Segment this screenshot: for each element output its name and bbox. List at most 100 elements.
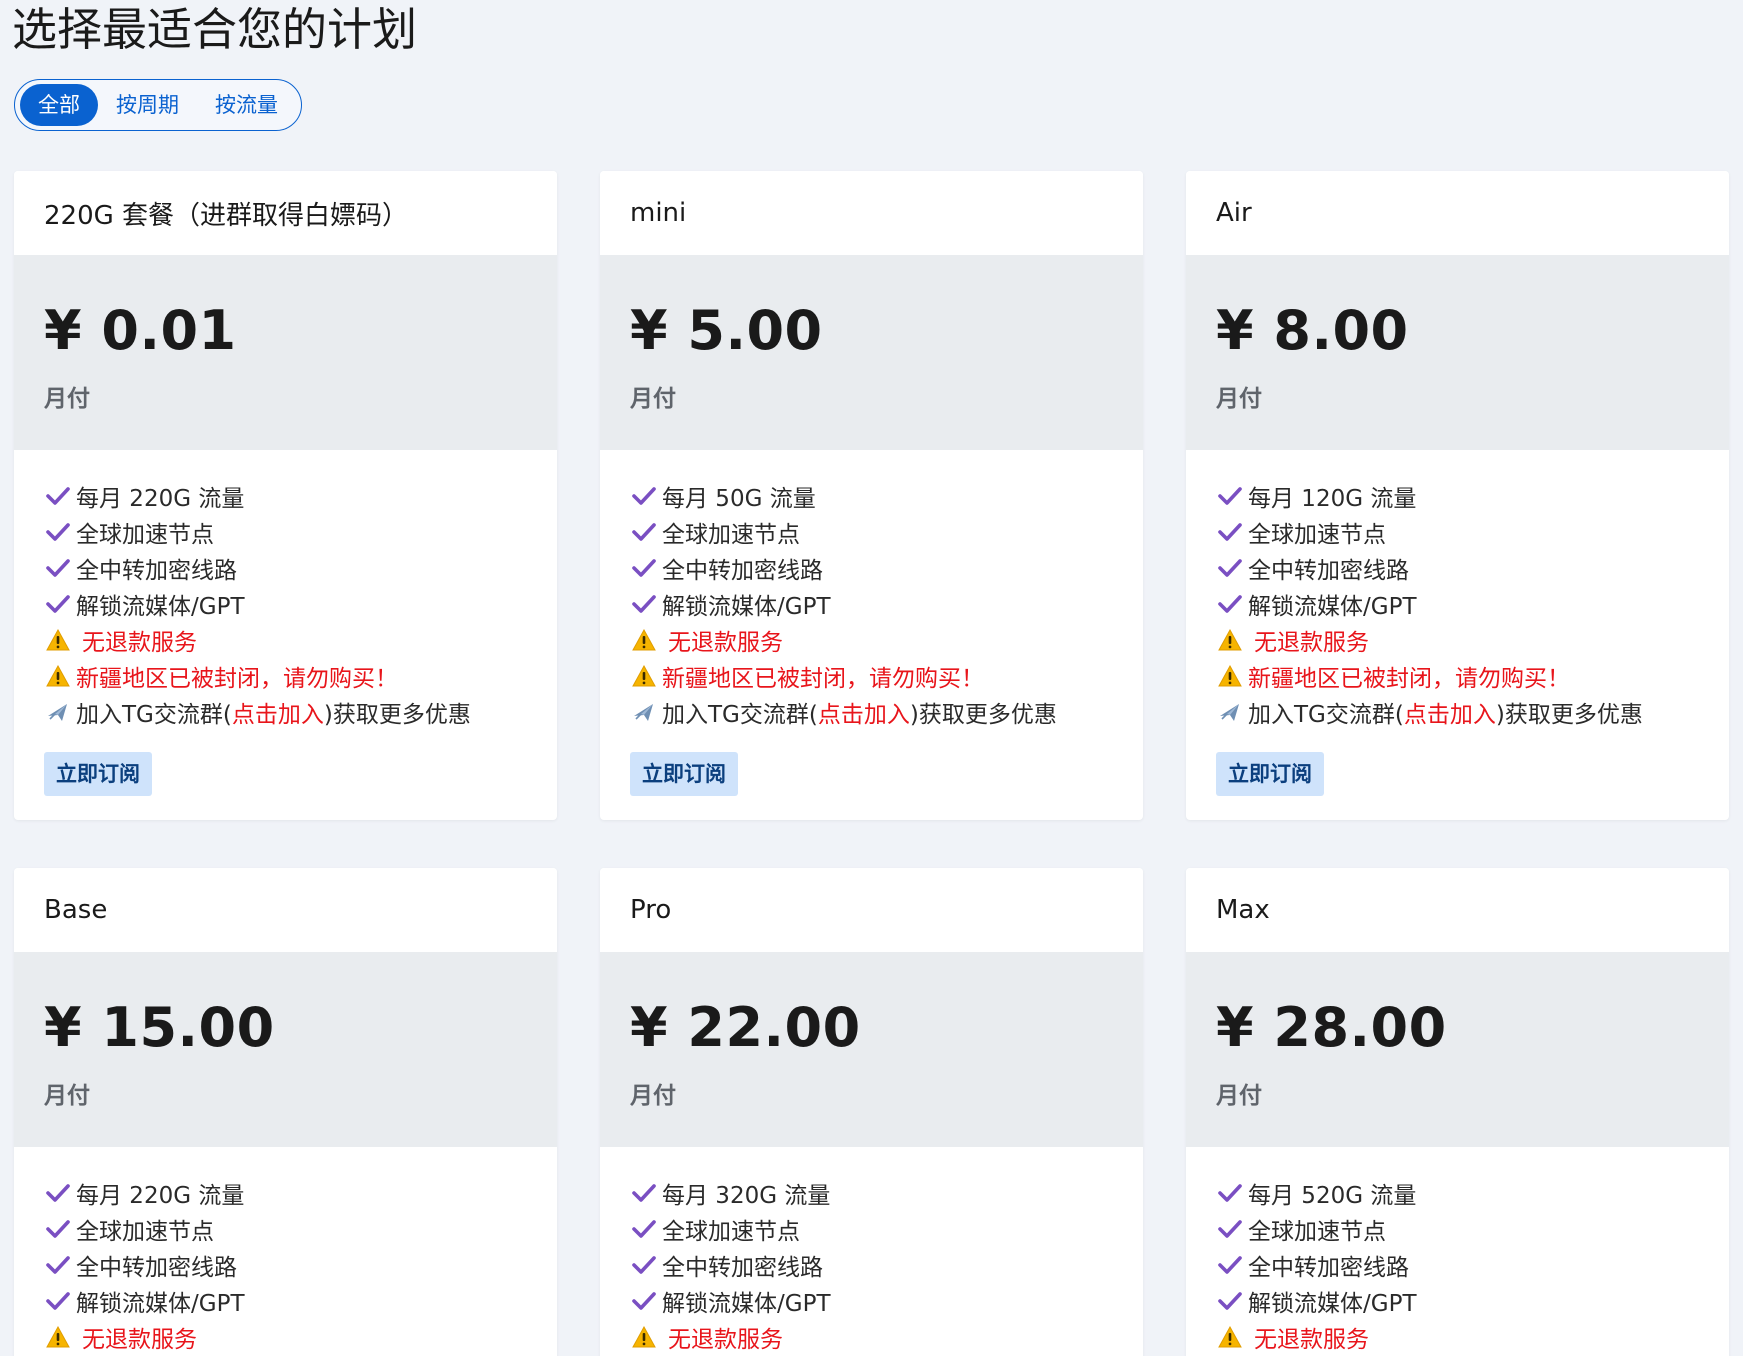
- check-icon: [44, 1215, 72, 1243]
- feature-text: 每月 220G 流量: [76, 486, 245, 512]
- join-group-link[interactable]: 点击加入: [1404, 695, 1496, 729]
- plan-period: 月付: [44, 386, 90, 412]
- check-icon: [44, 590, 72, 618]
- plan-price: ¥ 5.00: [630, 299, 823, 362]
- feature-text: 解锁流媒体/GPT: [1248, 1291, 1417, 1317]
- feature-item: 全中转加密线路: [1216, 1247, 1699, 1283]
- warning-icon: [44, 626, 72, 654]
- price-block: ¥ 8.00 月付: [1186, 255, 1729, 450]
- plans-page: 选择最适合您的计划 全部 按周期 按流量 220G 套餐（进群取得白嫖码） ¥ 0…: [0, 0, 1743, 1356]
- feature-item: 全中转加密线路: [630, 1247, 1113, 1283]
- warning-icon: [630, 1323, 658, 1351]
- warning-icon: [44, 1323, 72, 1351]
- warning-item: 无退款服务: [44, 622, 527, 658]
- plan-period: 月付: [44, 1083, 90, 1109]
- warning-icon: [44, 662, 72, 690]
- paper-plane-icon: [630, 698, 658, 726]
- subscribe-button[interactable]: 立即订阅: [44, 752, 152, 796]
- feature-item: 解锁流媒体/GPT: [630, 586, 1113, 622]
- subscribe-button[interactable]: 立即订阅: [630, 752, 738, 796]
- warning-text: 无退款服务: [82, 1327, 197, 1353]
- plan-card: 220G 套餐（进群取得白嫖码） ¥ 0.01 月付 每月 220G 流量 全球加速节点…: [14, 171, 557, 820]
- check-icon: [1216, 1215, 1244, 1243]
- check-icon: [44, 1251, 72, 1279]
- plan-card: mini ¥ 5.00 月付 每月 50G 流量 全球加速节点 全中转加密线路 解锁流媒体/…: [600, 171, 1143, 820]
- feature-item: 全球加速节点: [630, 1211, 1113, 1247]
- check-icon: [44, 1179, 72, 1207]
- plan-card: Base ¥ 15.00 月付 每月 220G 流量 全球加速节点 全中转加密线路 解锁流媒…: [14, 868, 557, 1356]
- feature-list: 每月 220G 流量 全球加速节点 全中转加密线路 解锁流媒体/GPT 无退款服务: [14, 1147, 557, 1356]
- warning-item: 新疆地区已被封闭，请勿购买！: [44, 658, 527, 694]
- check-icon: [630, 1179, 658, 1207]
- feature-list: 每月 520G 流量全球加速节点 全中转加密线路 解锁流媒体/GPT 无退款服务: [1186, 1147, 1729, 1356]
- check-icon: [630, 1251, 658, 1279]
- filter-all[interactable]: 全部: [20, 84, 98, 126]
- feature-text: 全中转加密线路: [1248, 1255, 1409, 1281]
- check-icon: [630, 1215, 658, 1243]
- check-icon: [1216, 1287, 1244, 1315]
- warning-icon: [1216, 1323, 1244, 1351]
- feature-item: 每月 320G 流量: [630, 1175, 1113, 1211]
- feature-list: 每月 120G 流量 全球加速节点 全中转加密线路 解锁流媒体/GPT 无退款服务 新疆地…: [1186, 450, 1729, 820]
- feature-text: 解锁流媒体/GPT: [662, 1291, 831, 1317]
- feature-item: 全中转加密线路: [44, 550, 527, 586]
- feature-item: 解锁流媒体/GPT: [630, 1283, 1113, 1319]
- check-icon: [630, 482, 658, 510]
- plan-card: Air ¥ 8.00 月付 每月 120G 流量 全球加速节点 全中转加密线路 解锁流媒体/…: [1186, 171, 1729, 820]
- feature-list: 每月 220G 流量 全球加速节点 全中转加密线路 解锁流媒体/GPT 无退款服务 新疆地…: [14, 450, 557, 820]
- feature-item: 每月 50G 流量: [630, 478, 1113, 514]
- feature-item: 每月 520G 流量: [1216, 1175, 1699, 1211]
- warning-item: 无退款服务: [630, 1319, 1113, 1355]
- feature-text: 全球加速节点: [76, 522, 214, 548]
- plan-name: Air: [1186, 171, 1729, 255]
- feature-text: 解锁流媒体/GPT: [76, 594, 245, 620]
- subscribe-button[interactable]: 立即订阅: [1216, 752, 1324, 796]
- join-group-link[interactable]: 点击加入: [232, 695, 324, 729]
- warning-icon: [630, 662, 658, 690]
- feature-item: 全中转加密线路: [1216, 550, 1699, 586]
- feature-item: 全球加速节点: [44, 514, 527, 550]
- plan-filter-tabs: 全部 按周期 按流量: [14, 79, 302, 131]
- telegram-item: 加入TG交流群(点击加入)获取更多优惠: [44, 694, 527, 730]
- warning-icon: [1216, 662, 1244, 690]
- plan-price: ¥ 8.00: [1216, 299, 1409, 362]
- plan-card: Max ¥ 28.00 月付 每月 520G 流量 全球加速节点 全中转加密线路 解锁流媒体…: [1186, 868, 1729, 1356]
- feature-text: 全中转加密线路: [76, 1255, 237, 1281]
- telegram-item: 加入TG交流群(点击加入)获取更多优惠: [1216, 694, 1699, 730]
- join-group-link[interactable]: 点击加入: [818, 695, 910, 729]
- filter-by-traffic[interactable]: 按流量: [197, 84, 296, 126]
- check-icon: [630, 554, 658, 582]
- plan-name: Max: [1186, 868, 1729, 952]
- warning-item: 无退款服务: [1216, 622, 1699, 658]
- check-icon: [1216, 482, 1244, 510]
- feature-item: 解锁流媒体/GPT: [1216, 1283, 1699, 1319]
- filter-by-period[interactable]: 按周期: [98, 84, 197, 126]
- feature-text: 每月 320G 流量: [662, 1183, 831, 1209]
- feature-text: 解锁流媒体/GPT: [662, 594, 831, 620]
- check-icon: [1216, 1179, 1244, 1207]
- plan-grid: 220G 套餐（进群取得白嫖码） ¥ 0.01 月付 每月 220G 流量 全球加速节点…: [14, 171, 1729, 1356]
- feature-text: 解锁流媒体/GPT: [1248, 594, 1417, 620]
- plan-period: 月付: [630, 386, 676, 412]
- plan-period: 月付: [630, 1083, 676, 1109]
- feature-list: 每月 50G 流量 全球加速节点 全中转加密线路 解锁流媒体/GPT 无退款服务 新疆地区…: [600, 450, 1143, 820]
- feature-text: 全球加速节点: [76, 1219, 214, 1245]
- warning-text: 无退款服务: [1254, 1327, 1369, 1353]
- telegram-text-before: 加入TG交流群(: [76, 702, 232, 728]
- feature-text: 全中转加密线路: [662, 1255, 823, 1281]
- feature-text: 全球加速节点: [1248, 1219, 1386, 1245]
- plan-price: ¥ 15.00: [44, 996, 275, 1059]
- check-icon: [1216, 518, 1244, 546]
- telegram-text-after: )获取更多优惠: [323, 702, 471, 728]
- check-icon: [630, 1287, 658, 1315]
- feature-item: 解锁流媒体/GPT: [44, 586, 527, 622]
- warning-text: 新疆地区已被封闭，请勿购买！: [1248, 666, 1570, 692]
- feature-text: 每月 120G 流量: [1248, 486, 1417, 512]
- warning-text: 无退款服务: [82, 630, 197, 656]
- feature-item: 解锁流媒体/GPT: [1216, 586, 1699, 622]
- plan-period: 月付: [1216, 386, 1262, 412]
- feature-text: 全中转加密线路: [76, 558, 237, 584]
- feature-item: 每月 220G 流量: [44, 478, 527, 514]
- plan-card: Pro ¥ 22.00 月付 每月 320G 流量 全球加速节点 全中转加密线路 解锁流媒体…: [600, 868, 1143, 1356]
- telegram-text-before: 加入TG交流群(: [1248, 702, 1404, 728]
